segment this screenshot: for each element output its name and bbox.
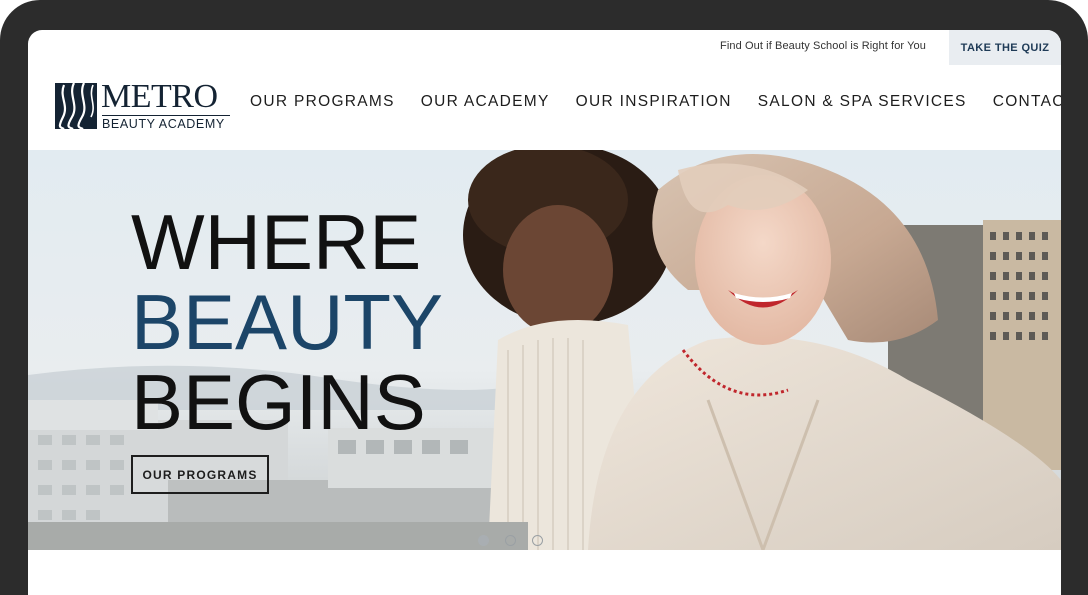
nav-our-inspiration[interactable]: OUR INSPIRATION [576,93,732,111]
hero-headline: WHERE BEAUTY BEGINS [131,202,443,442]
site-logo[interactable]: METRO BEAUTY ACADEMY [55,78,231,133]
logo-wordmark: METRO [101,78,218,115]
hero-headline-line-2: BEAUTY [131,278,444,366]
hero-headline-line-1: WHERE [131,198,422,286]
nav-our-programs[interactable]: OUR PROGRAMS [250,93,395,111]
quiz-prompt-link[interactable]: Find Out if Beauty School is Right for Y… [720,40,926,52]
hero-banner: WHERE BEAUTY BEGINS OUR PROGRAMS [28,150,1061,550]
hero-our-programs-button[interactable]: OUR PROGRAMS [131,455,269,494]
device-frame: Find Out if Beauty School is Right for Y… [0,0,1088,595]
browser-screen: Find Out if Beauty School is Right for Y… [28,30,1061,595]
utility-bar: Find Out if Beauty School is Right for Y… [28,30,1061,65]
take-quiz-button[interactable]: TAKE THE QUIZ [949,30,1061,65]
metro-wave-icon [55,83,97,129]
nav-salon-spa-services[interactable]: SALON & SPA SERVICES [758,93,967,111]
nav-our-academy[interactable]: OUR ACADEMY [421,93,550,111]
nav-contact[interactable]: CONTACT [993,93,1061,111]
carousel-dot-1[interactable] [478,535,489,546]
logo-divider [102,115,230,116]
main-nav: OUR PROGRAMS OUR ACADEMY OUR INSPIRATION… [250,93,1061,111]
logo-subtitle: BEAUTY ACADEMY [102,117,225,131]
carousel-dot-2[interactable] [505,535,516,546]
hero-headline-line-3: BEGINS [131,358,426,446]
carousel-dot-3[interactable] [532,535,543,546]
carousel-indicators [478,535,543,546]
site-header: METRO BEAUTY ACADEMY OUR PROGRAMS OUR AC… [28,65,1061,150]
